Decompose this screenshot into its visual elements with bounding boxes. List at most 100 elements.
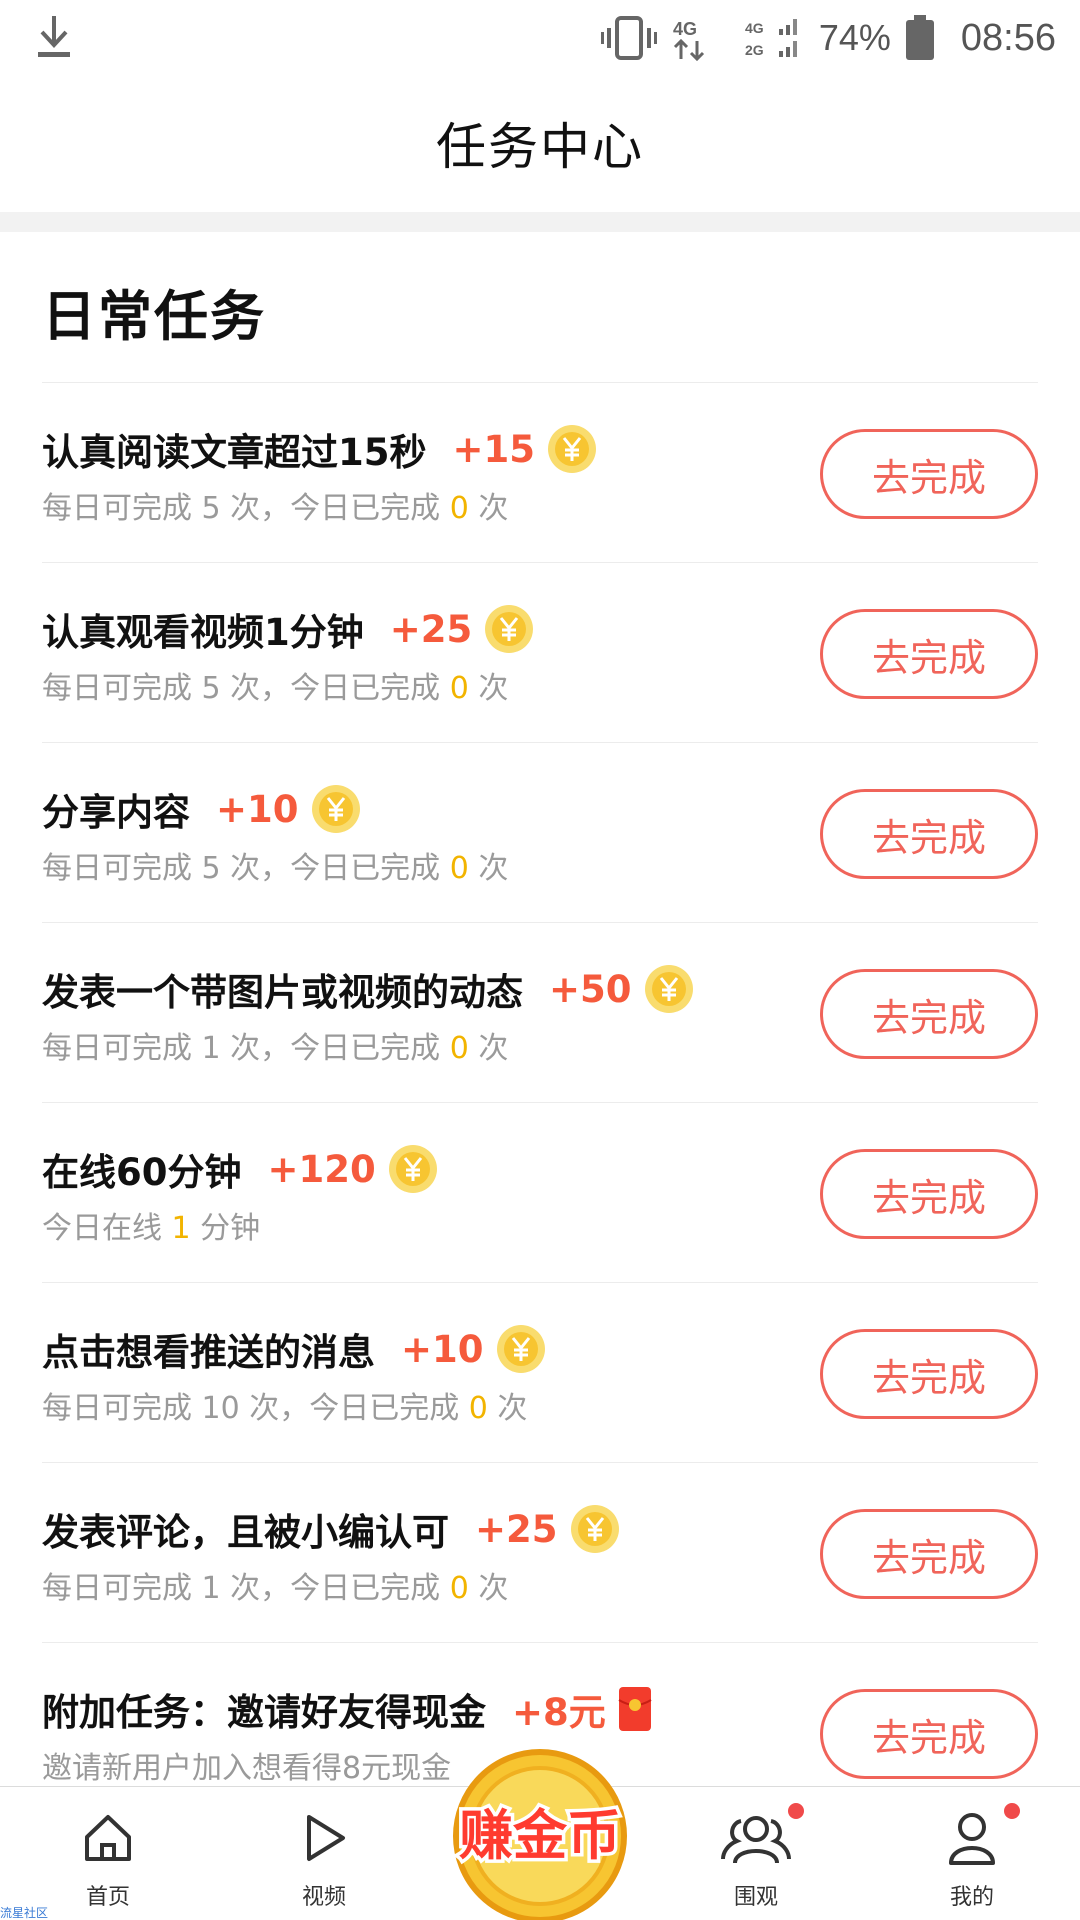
home-icon xyxy=(85,1815,131,1861)
task-progress-count: 0 xyxy=(449,1571,469,1606)
task-title-line: 分享内容 +10 xyxy=(42,781,361,837)
task-progress-text: 邀请新用户加入想看得8元现金 xyxy=(42,1751,452,1786)
task-name: 发表一个带图片或视频的动态 xyxy=(42,971,523,1014)
task-name: 点击想看推送的消息 xyxy=(42,1331,375,1374)
signal-4g-icon: 4G xyxy=(673,19,704,61)
download-icon xyxy=(38,16,70,57)
task-reward: +15 xyxy=(452,427,536,471)
complete-task-button[interactable]: 去完成 xyxy=(820,429,1038,519)
task-progress-count: 0 xyxy=(449,851,469,886)
task-title-line: 认真观看视频1分钟 +25 xyxy=(42,601,534,657)
section-divider xyxy=(0,212,1080,232)
nav-item-home[interactable]: 首页 xyxy=(28,1787,188,1920)
task-name: 认真阅读文章超过15秒 xyxy=(42,431,427,474)
task-progress: 每日可完成 10 次，今日已完成 0 次 xyxy=(42,1383,527,1427)
nav-label-me: 我的 xyxy=(949,1885,994,1910)
task-progress-text: 每日可完成 5 次，今日已完成 xyxy=(42,491,450,526)
task-progress: 每日可完成 1 次，今日已完成 0 次 xyxy=(42,1563,508,1607)
task-name: 分享内容 xyxy=(42,791,190,834)
task-progress-text: 每日可完成 1 次，今日已完成 xyxy=(42,1571,450,1606)
task-reward: +8元 xyxy=(512,1691,606,1734)
coin-icon xyxy=(496,1325,545,1373)
task-progress-unit: 次 xyxy=(487,1391,528,1426)
signal-4g-2g-icon: 4G 2G xyxy=(745,19,797,58)
task-progress: 邀请新用户加入想看得8元现金 xyxy=(42,1743,451,1787)
nav-item-group[interactable]: 围观 xyxy=(676,1787,836,1920)
earn-coins-button[interactable]: 赚金币 xyxy=(430,1736,650,1920)
task-reward: +25 xyxy=(389,607,473,651)
svg-text:4G: 4G xyxy=(673,19,697,39)
earn-coins-label: 赚金币 xyxy=(459,1804,621,1867)
task-progress-text: 每日可完成 5 次，今日已完成 xyxy=(42,671,450,706)
play-icon xyxy=(307,1815,345,1861)
coin-icon xyxy=(388,1145,437,1193)
task-row: 发表一个带图片或视频的动态 +50 每日可完成 1 次，今日已完成 0 次 去完成 xyxy=(42,922,1038,1102)
task-title-line: 发表评论，且被小编认可 +25 xyxy=(42,1501,620,1557)
complete-task-button[interactable]: 去完成 xyxy=(820,1149,1038,1239)
task-reward: +10 xyxy=(216,787,299,831)
user-icon xyxy=(949,1813,995,1865)
complete-task-button[interactable]: 去完成 xyxy=(820,1329,1038,1419)
nav-item-me[interactable]: 我的 xyxy=(892,1787,1052,1920)
task-progress-count: 0 xyxy=(449,491,469,526)
task-name: 在线60分钟 xyxy=(42,1151,242,1194)
task-progress-unit: 次 xyxy=(468,671,509,706)
task-row: 认真阅读文章超过15秒 +15 每日可完成 5 次，今日已完成 0 次去完成 xyxy=(42,382,1038,562)
task-title-line: 点击想看推送的消息 +10 xyxy=(42,1321,546,1377)
task-reward: +25 xyxy=(475,1507,558,1551)
group-icon xyxy=(721,1816,791,1864)
task-row: 认真观看视频1分钟 +25 每日可完成 5 次，今日已完成 0 次 去完成 xyxy=(42,562,1038,742)
task-progress-unit: 次 xyxy=(468,491,509,526)
task-row: 在线60分钟 +120 今日在线 1 分钟 去完成 xyxy=(42,1102,1038,1282)
complete-task-button[interactable]: 去完成 xyxy=(820,969,1038,1059)
coin-icon xyxy=(644,965,693,1013)
nav-label-group: 围观 xyxy=(733,1885,778,1910)
nav-label-home: 首页 xyxy=(85,1885,130,1910)
task-progress: 今日在线 1 分钟 xyxy=(42,1203,260,1247)
status-bar: 4G 4G 2G 74% 08:56 xyxy=(0,0,1080,76)
task-progress-text: 每日可完成 5 次，今日已完成 xyxy=(42,851,450,886)
coin-icon xyxy=(311,785,360,833)
task-progress-count: 0 xyxy=(468,1391,488,1426)
clock: 08:56 xyxy=(960,16,1056,59)
complete-task-button[interactable]: 去完成 xyxy=(820,609,1038,699)
task-progress-unit: 次 xyxy=(468,1571,509,1606)
task-progress-unit: 分钟 xyxy=(190,1211,261,1246)
task-reward: +10 xyxy=(401,1327,484,1371)
red-packet-icon xyxy=(618,1687,652,1731)
task-row: 分享内容 +10 每日可完成 5 次，今日已完成 0 次 去完成 xyxy=(42,742,1038,922)
task-name: 认真观看视频1分钟 xyxy=(42,611,364,654)
task-progress: 每日可完成 1 次，今日已完成 0 次 xyxy=(42,1023,508,1067)
task-row: 点击想看推送的消息 +10 每日可完成 10 次，今日已完成 0 次 去完成 xyxy=(42,1282,1038,1462)
title-bar: 任务中心 xyxy=(0,76,1080,210)
task-reward: +50 xyxy=(549,967,632,1011)
task-progress: 每日可完成 5 次，今日已完成 0 次 xyxy=(42,843,508,887)
task-progress-unit: 次 xyxy=(468,1031,509,1066)
task-progress-text: 今日在线 xyxy=(42,1211,172,1246)
task-progress-text: 每日可完成 1 次，今日已完成 xyxy=(42,1031,450,1066)
coin-icon xyxy=(548,425,596,473)
battery-percent: 74% xyxy=(818,17,891,58)
task-title-line: 认真阅读文章超过15秒 +15 xyxy=(42,421,597,477)
task-progress-unit: 次 xyxy=(468,851,509,886)
coin-icon xyxy=(485,605,534,653)
vibrate-icon xyxy=(600,16,657,60)
task-list: 认真阅读文章超过15秒 +15 每日可完成 5 次，今日已完成 0 次去完成 认真观看… xyxy=(42,382,1038,1822)
notification-dot xyxy=(788,1803,804,1819)
task-progress: 每日可完成 5 次，今日已完成 0 次 xyxy=(42,483,508,527)
watermark: 流星社区 xyxy=(0,1906,49,1920)
notification-dot xyxy=(1004,1803,1020,1819)
task-title-line: 附加任务：邀请好友得现金 +8元 xyxy=(42,1681,652,1737)
battery-icon xyxy=(905,15,934,60)
task-title-line: 发表一个带图片或视频的动态 +50 xyxy=(42,961,694,1017)
task-progress: 每日可完成 5 次，今日已完成 0 次 xyxy=(42,663,508,707)
coin-icon xyxy=(570,1505,619,1553)
task-name: 发表评论，且被小编认可 xyxy=(42,1511,449,1554)
section-title: 日常任务 xyxy=(42,285,266,348)
nav-item-video[interactable]: 视频 xyxy=(244,1787,404,1920)
task-row: 发表评论，且被小编认可 +25 每日可完成 1 次，今日已完成 0 次 去完成 xyxy=(42,1462,1038,1642)
task-progress-text: 每日可完成 10 次，今日已完成 xyxy=(42,1391,469,1426)
complete-task-button[interactable]: 去完成 xyxy=(820,789,1038,879)
complete-task-button[interactable]: 去完成 xyxy=(820,1509,1038,1599)
complete-task-button[interactable]: 去完成 xyxy=(820,1689,1038,1779)
